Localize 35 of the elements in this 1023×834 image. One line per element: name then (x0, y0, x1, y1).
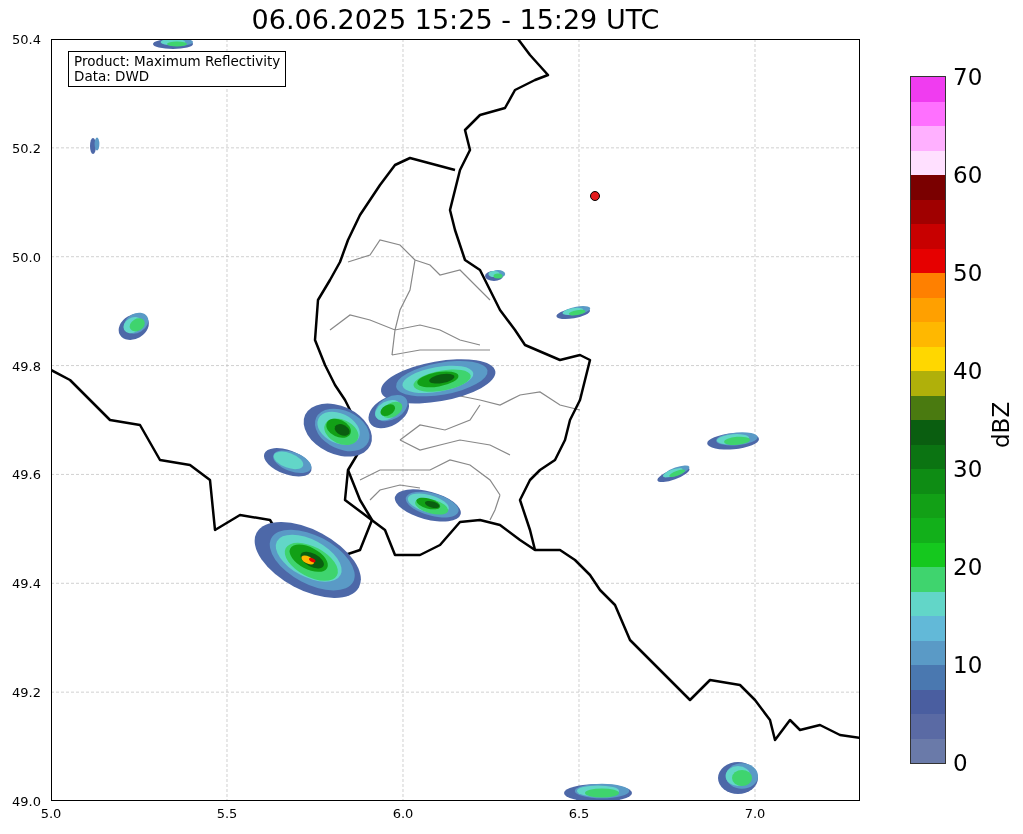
y-tick-label: 49.4 (12, 575, 41, 591)
colorbar-tick-label: 40 (953, 358, 983, 384)
y-tick-label: 49.8 (12, 358, 41, 374)
y-tick-label: 49.2 (12, 684, 41, 700)
colorbar-tick-label: 30 (953, 456, 983, 482)
radar-echo (394, 489, 461, 522)
radar-echo (118, 312, 149, 340)
x-tick-label: 7.0 (744, 806, 766, 821)
colorbar-label: dBZ (988, 401, 1014, 448)
x-tick-label: 5.0 (40, 806, 62, 821)
x-tick-label: 6.5 (568, 806, 590, 821)
y-tick-label: 50.0 (12, 249, 41, 265)
chart-title: 06.06.2025 15:25 - 15:29 UTC (250, 3, 661, 37)
colorbar-tick-label: 60 (953, 162, 983, 188)
colorbar-tick-label: 20 (953, 554, 983, 580)
x-tick-label: 6.0 (392, 806, 414, 821)
colorbar-tick-label: 50 (953, 260, 983, 286)
y-tick-label: 50.4 (12, 31, 41, 47)
radar-echo (485, 270, 506, 281)
y-tick-label: 49.0 (12, 793, 41, 809)
y-tick-label: 49.6 (12, 466, 41, 482)
radar-echo (153, 40, 193, 49)
radar-echo (718, 762, 758, 794)
y-tick-label: 50.2 (12, 140, 41, 156)
location-marker (590, 191, 600, 201)
colorbar-tick-label: 70 (953, 64, 983, 90)
colorbar-tick-label: 10 (953, 652, 983, 678)
x-tick-label: 5.5 (216, 806, 238, 821)
radar-echo (657, 465, 690, 483)
radar-echo (90, 137, 100, 154)
radar-echo (564, 783, 632, 800)
radar-echo (556, 306, 591, 320)
colorbar-tick-label: 0 (953, 750, 968, 776)
info-box: Product: Maximum Reflectivity Data: DWD (68, 51, 287, 87)
radar-echo (707, 432, 759, 450)
